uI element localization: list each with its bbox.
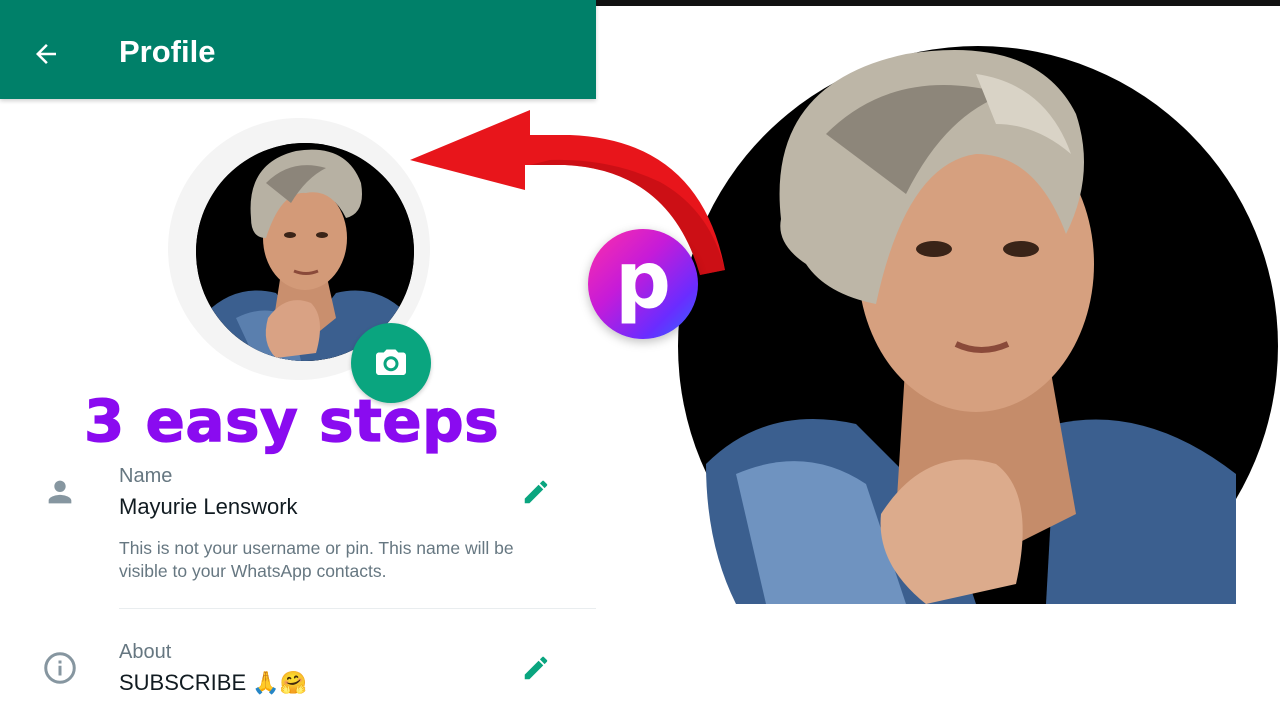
name-label: Name (119, 465, 173, 487)
logo-letter: p (615, 236, 671, 326)
pencil-icon (524, 480, 548, 504)
divider (119, 608, 596, 609)
picsart-logo[interactable]: p (588, 229, 698, 339)
edit-name-button[interactable] (516, 472, 556, 512)
steps-headline: 3 easy steps (83, 386, 500, 455)
pencil-icon (524, 656, 548, 680)
about-value: SUBSCRIBE 🙏🤗 (119, 670, 308, 695)
about-row[interactable]: About SUBSCRIBE 🙏🤗 (0, 638, 596, 708)
camera-icon (376, 349, 406, 375)
edit-about-button[interactable] (516, 648, 556, 688)
large-profile-photo (676, 44, 1280, 604)
info-icon (40, 648, 80, 688)
page-title: Profile (119, 34, 216, 69)
top-black-strip (596, 0, 1280, 6)
app-bar: Profile (0, 0, 596, 99)
arrow-left-icon (36, 44, 56, 64)
back-button[interactable] (22, 30, 70, 78)
name-row[interactable]: Name Mayurie Lenswork This is not your u… (0, 462, 596, 602)
about-label: About (119, 641, 172, 663)
person-icon (40, 472, 80, 512)
name-value: Mayurie Lenswork (119, 494, 298, 519)
name-hint: This is not your username or pin. This n… (119, 538, 514, 581)
